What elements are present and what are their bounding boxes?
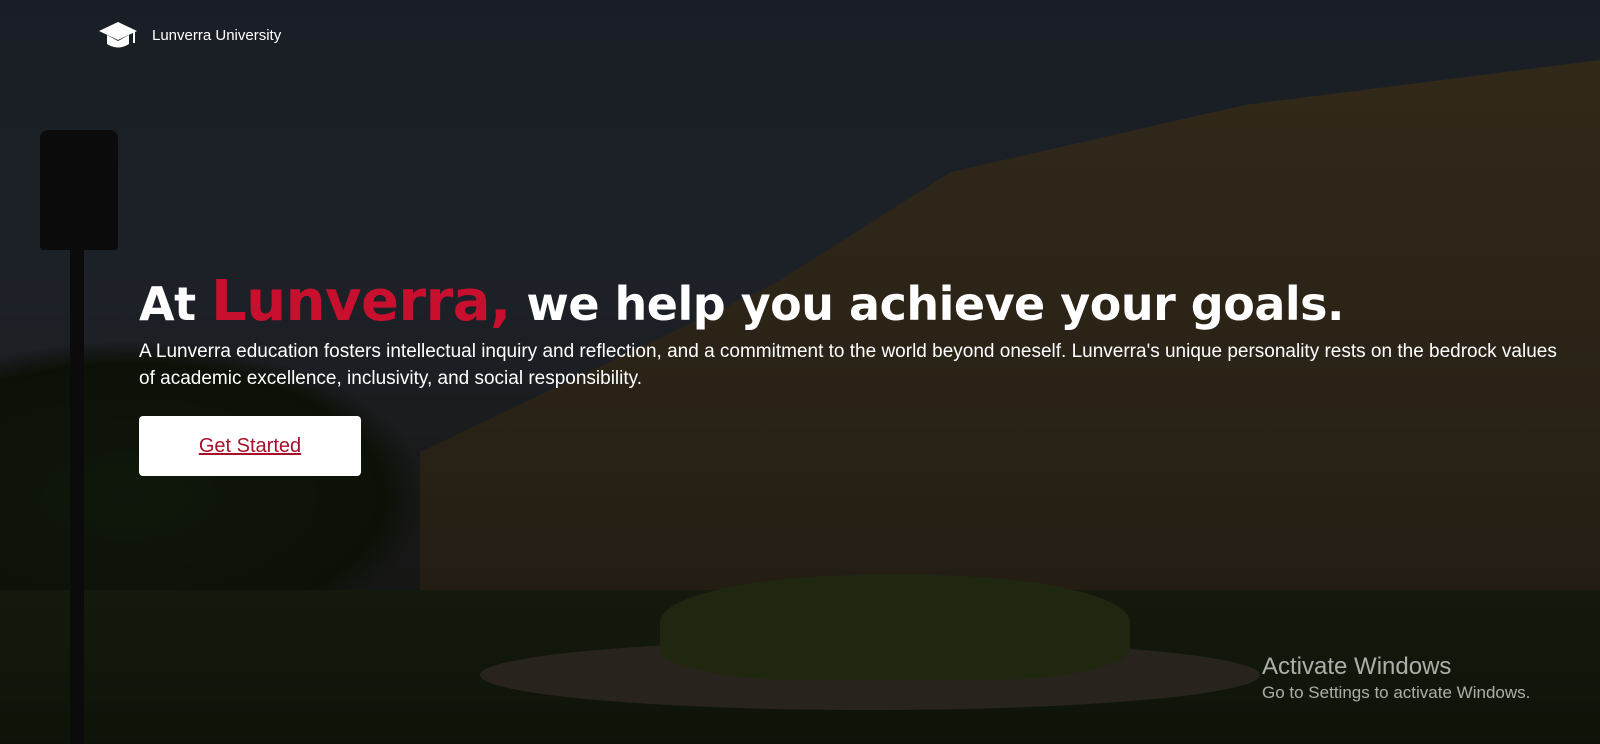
- hero: At Lunverra, we help you achieve your go…: [139, 272, 1559, 476]
- watermark-title: Activate Windows: [1262, 653, 1452, 680]
- brand[interactable]: Lunverra University: [98, 20, 281, 50]
- brand-name: Lunverra University: [152, 26, 282, 44]
- get-started-button[interactable]: Get Started: [139, 416, 361, 476]
- hero-description: A Lunverra education fosters intellectua…: [139, 341, 1557, 389]
- graduation-cap-icon: [98, 20, 138, 50]
- headline-prefix: At: [139, 277, 212, 331]
- headline-suffix: we help you achieve your goals.: [510, 277, 1344, 331]
- windows-activation-watermark: Activate Windows Go to Settings to activ…: [1262, 652, 1530, 704]
- headline-accent: Lunverra,: [211, 269, 511, 334]
- watermark-subtitle: Go to Settings to activate Windows.: [1262, 683, 1531, 702]
- headline: At Lunverra, we help you achieve your go…: [139, 272, 1559, 334]
